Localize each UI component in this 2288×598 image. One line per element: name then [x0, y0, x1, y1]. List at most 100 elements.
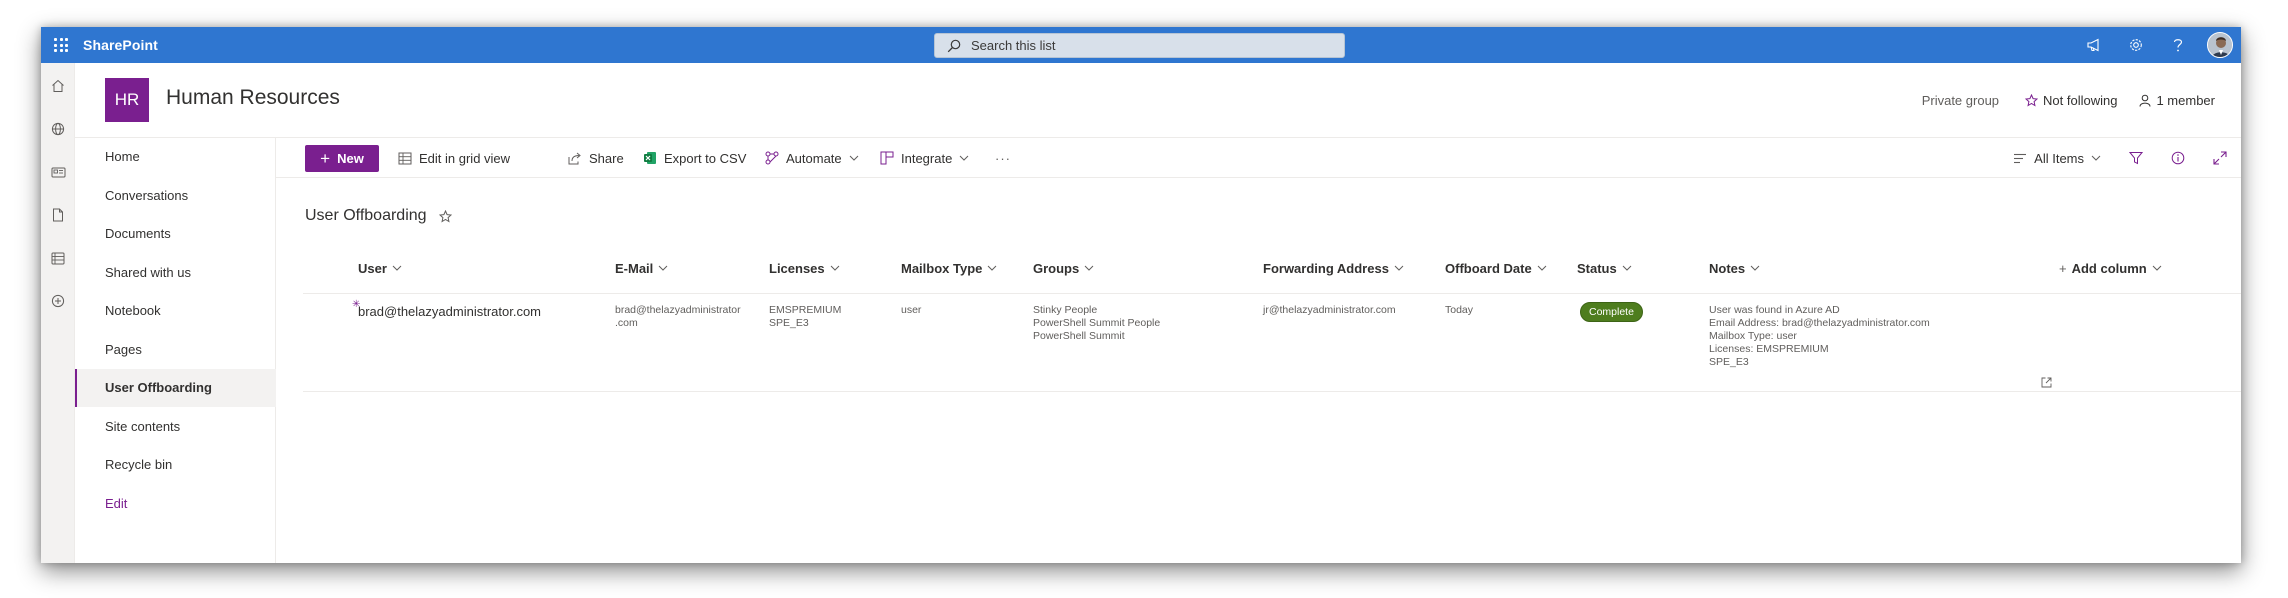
members-button[interactable]: 1 member: [2139, 93, 2215, 108]
automate-button[interactable]: Automate: [765, 138, 859, 178]
cell-email: brad@thelazyadministrator .com: [615, 304, 741, 330]
column-header-email[interactable]: E-Mail: [615, 253, 668, 283]
nav-item-documents[interactable]: Documents: [75, 215, 276, 253]
column-header-mailbox-type[interactable]: Mailbox Type: [901, 253, 997, 283]
command-bar: + New Edit in grid view Share Export to …: [276, 138, 2241, 178]
column-header-label: Status: [1577, 260, 1617, 276]
status-badge: Complete: [1580, 302, 1643, 322]
column-header-user[interactable]: User: [358, 253, 402, 283]
search-box[interactable]: [934, 33, 1345, 58]
column-header-licenses[interactable]: Licenses: [769, 253, 840, 283]
nav-item-shared-with-us[interactable]: Shared with us: [75, 254, 276, 292]
chevron-down-icon: [1622, 265, 1632, 271]
cell-mailbox-type: user: [901, 304, 922, 316]
cell-forwarding-address: jr@thelazyadministrator.com: [1263, 304, 1396, 316]
table-row[interactable]: ✳ brad@thelazyadministrator.com brad@the…: [303, 294, 2241, 392]
automate-label: Automate: [786, 150, 842, 166]
nav-edit-link[interactable]: Edit: [75, 485, 276, 523]
share-label: Share: [589, 150, 624, 166]
document-icon[interactable]: [41, 200, 75, 230]
column-header-status[interactable]: Status: [1577, 253, 1632, 283]
edit-grid-view-button[interactable]: Edit in grid view: [398, 138, 510, 178]
integrate-label: Integrate: [901, 150, 953, 166]
notes-line: Licenses: EMSPREMIUM: [1709, 343, 1829, 355]
app-bar: [41, 63, 75, 563]
follow-button[interactable]: Not following: [2025, 93, 2117, 108]
open-in-new-window-icon[interactable]: [2041, 377, 2052, 388]
new-button[interactable]: + New: [305, 145, 379, 172]
list-icon[interactable]: [41, 243, 75, 273]
column-header-label: Notes: [1709, 260, 1746, 276]
nav-item-site-contents[interactable]: Site contents: [75, 408, 276, 446]
integrate-icon: [880, 151, 894, 165]
megaphone-icon[interactable]: [2073, 27, 2115, 63]
cell-groups: Stinky People PowerShell Summit People P…: [1033, 304, 1160, 343]
column-header-offboard-date[interactable]: Offboard Date: [1445, 253, 1547, 283]
nav-item-recycle-bin[interactable]: Recycle bin: [75, 446, 276, 484]
create-icon[interactable]: [41, 286, 75, 316]
add-column-label: Add column: [2071, 260, 2147, 276]
chevron-down-icon: [1084, 265, 1094, 271]
cell-user[interactable]: brad@thelazyadministrator.com: [358, 305, 541, 318]
export-csv-button[interactable]: Export to CSV: [643, 138, 746, 178]
help-icon[interactable]: [2157, 27, 2199, 63]
search-input[interactable]: [971, 38, 1311, 53]
globe-icon[interactable]: [41, 114, 75, 144]
column-header-label: Groups: [1033, 260, 1080, 276]
follow-label: Not following: [2043, 93, 2118, 108]
cell-email-line: .com: [615, 317, 638, 329]
site-logo[interactable]: HR: [105, 78, 149, 122]
nav-item-notebook[interactable]: Notebook: [75, 292, 276, 330]
chevron-down-icon: [1537, 265, 1547, 271]
chevron-down-icon: [988, 265, 997, 271]
list-title: User Offboarding: [305, 207, 452, 225]
nav-item-pages[interactable]: Pages: [75, 331, 276, 369]
star-icon: [2025, 94, 2039, 107]
news-icon[interactable]: [41, 157, 75, 187]
fullscreen-icon[interactable]: [2199, 138, 2241, 178]
column-header-notes[interactable]: Notes: [1709, 253, 1760, 283]
nav-item-user-offboarding[interactable]: User Offboarding: [75, 369, 276, 407]
group-line: PowerShell Summit: [1033, 330, 1125, 342]
export-csv-label: Export to CSV: [664, 150, 747, 166]
integrate-button[interactable]: Integrate: [880, 138, 969, 178]
group-line: PowerShell Summit People: [1033, 317, 1161, 329]
app-launcher-icon[interactable]: [47, 27, 75, 63]
site-title[interactable]: Human Resources: [166, 86, 340, 110]
chevron-down-icon: [658, 265, 668, 271]
search-icon: [947, 39, 961, 52]
column-header-forwarding-address[interactable]: Forwarding Address: [1263, 253, 1404, 283]
view-list-icon: [2014, 153, 2027, 163]
add-column-button[interactable]: + Add column: [2059, 253, 2162, 283]
cell-email-line: brad@thelazyadministrator: [615, 304, 741, 316]
home-icon[interactable]: [41, 71, 75, 101]
cell-notes: User was found in Azure AD Email Address…: [1709, 304, 1930, 369]
column-header-groups[interactable]: Groups: [1033, 253, 1094, 283]
plus-icon: +: [320, 149, 331, 168]
notes-line: SPE_E3: [1709, 356, 1749, 368]
notes-line: Email Address: brad@thelazyadministrator…: [1709, 317, 1930, 329]
favorite-star-icon[interactable]: [438, 209, 452, 223]
share-button[interactable]: Share: [568, 138, 624, 178]
column-header-label: Offboard Date: [1445, 260, 1532, 276]
excel-icon: [644, 152, 656, 164]
chevron-down-icon: [830, 265, 840, 271]
gear-icon[interactable]: [2115, 27, 2157, 63]
suite-bar: SharePoint: [41, 27, 2241, 63]
sharepoint-window: SharePoint Search this list HR Human Res…: [41, 27, 2241, 563]
automate-icon: [765, 151, 779, 165]
new-label: New: [337, 151, 364, 166]
view-switcher[interactable]: All Items: [2013, 138, 2115, 178]
license-line: SPE_E3: [769, 317, 809, 329]
app-name[interactable]: SharePoint: [83, 27, 158, 63]
info-icon[interactable]: [2157, 138, 2199, 178]
filter-icon[interactable]: [2115, 138, 2157, 178]
more-commands-button[interactable]: ···: [995, 138, 1011, 178]
nav-item-conversations[interactable]: Conversations: [75, 177, 276, 215]
cell-licenses: EMSPREMIUM SPE_E3: [769, 304, 841, 330]
share-icon: [568, 152, 581, 164]
notes-line: User was found in Azure AD: [1709, 304, 1840, 316]
avatar[interactable]: [2207, 32, 2233, 58]
chevron-down-icon: [1750, 265, 1760, 271]
nav-item-home[interactable]: Home: [75, 138, 276, 176]
